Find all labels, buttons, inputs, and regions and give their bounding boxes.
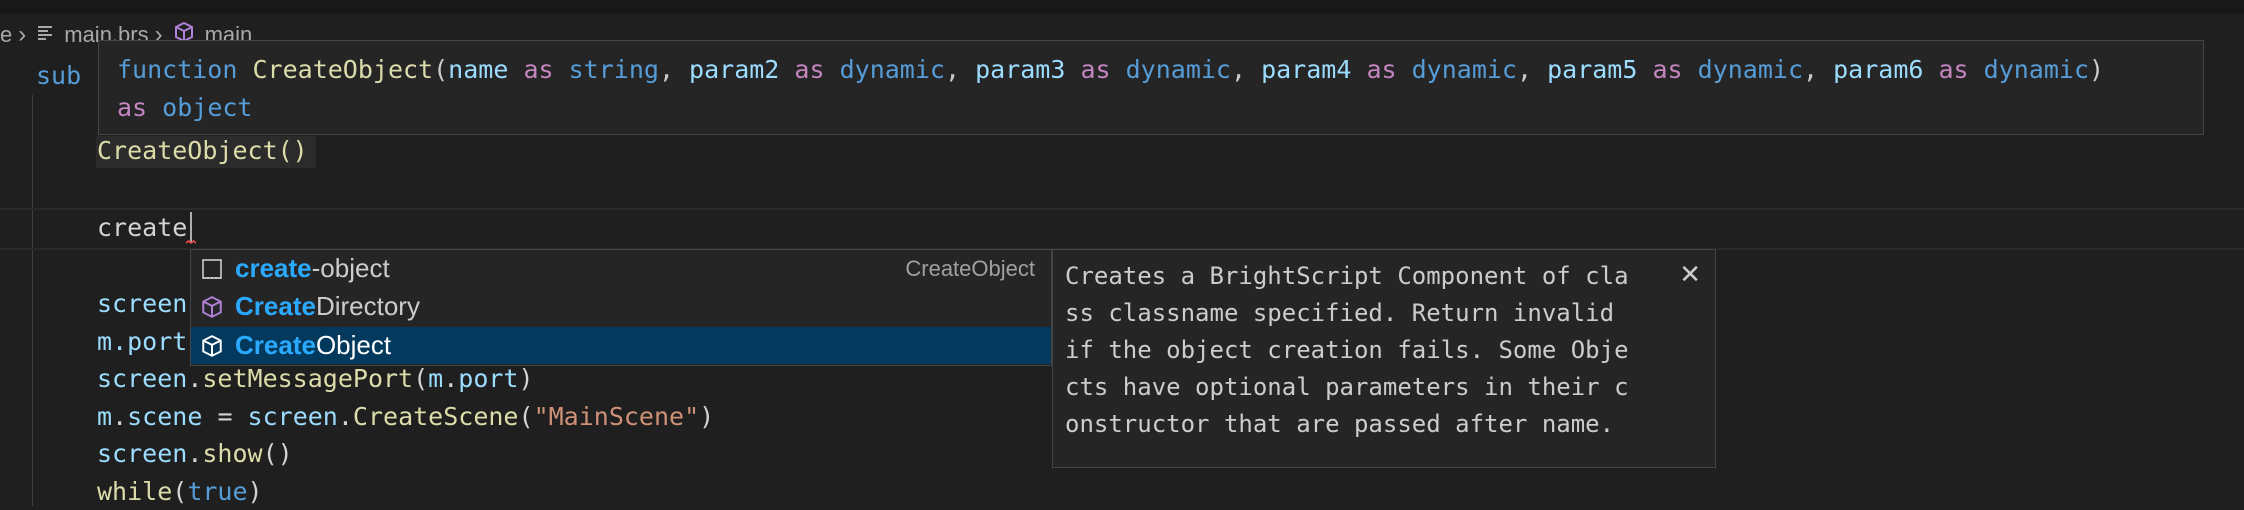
code-token-m: m: [97, 327, 113, 356]
suggestion-item[interactable]: create-object CreateObject: [191, 250, 1051, 287]
code-token: show: [202, 439, 263, 468]
code-token-port: .port: [112, 327, 188, 356]
code-line-createobject-call[interactable]: CreateObject(): [97, 133, 308, 169]
sig-param: param4: [1261, 55, 1352, 84]
code-line-show[interactable]: screen.show(): [97, 436, 293, 472]
sig-param: param2: [689, 55, 780, 84]
code-line-setmessageport[interactable]: screen.setMessagePort(m.port): [97, 361, 534, 397]
sig-as: as: [523, 55, 554, 84]
sig-as: as: [1938, 55, 1969, 84]
indent-guide: [32, 95, 33, 506]
code-token: screen: [97, 364, 188, 393]
code-token: scene: [127, 402, 203, 431]
code-string: "MainScene": [533, 402, 700, 431]
suggestion-item[interactable]: CreateDirectory: [191, 288, 1051, 325]
chevron-right-icon: ›: [18, 21, 27, 48]
breadcrumb-partial[interactable]: e: [0, 22, 12, 48]
sig-param: param3: [975, 55, 1066, 84]
code-token: port: [458, 364, 519, 393]
suggestion-match: Create: [235, 291, 316, 321]
error-squiggle: [186, 240, 196, 244]
code-line-screen[interactable]: screen: [97, 286, 187, 322]
code-token: screen: [247, 402, 338, 431]
sig-param: name: [448, 55, 509, 84]
docs-line: cts have optional parameters in their c: [1065, 373, 1629, 401]
sig-type: string: [568, 55, 659, 84]
sig-as: as: [794, 55, 825, 84]
code-text: CreateObject(): [97, 136, 308, 165]
code-line-current[interactable]: create: [97, 210, 187, 246]
sig-function-name: CreateObject: [252, 55, 434, 84]
docs-line: onstructor that are passed after name.: [1065, 410, 1615, 438]
code-token: setMessagePort: [202, 364, 414, 393]
sig-return-type: object: [162, 93, 253, 122]
suggestion-rest: Directory: [315, 291, 420, 321]
suggestion-docs-panel: Creates a BrightScript Component of cla …: [1052, 249, 1716, 468]
sig-keyword: function: [117, 55, 238, 84]
code-token: screen: [97, 439, 188, 468]
suggestion-label: CreateObject: [235, 330, 391, 361]
code-line-sub[interactable]: sub: [36, 58, 81, 94]
sig-type: dynamic: [1125, 55, 1231, 84]
suggestion-rest: -object: [311, 253, 390, 283]
sig-as: as: [1080, 55, 1111, 84]
text-caret: [190, 212, 192, 242]
docs-text: Creates a BrightScript Component of cla …: [1065, 258, 1705, 443]
sig-as: as: [1366, 55, 1397, 84]
snippet-icon: [199, 256, 225, 282]
suggestion-detail: CreateObject: [905, 255, 1035, 281]
sig-as: as: [1652, 55, 1683, 84]
sig-param: param5: [1547, 55, 1638, 84]
code-token: =: [202, 402, 248, 431]
signature-hover: function CreateObject(name as string, pa…: [98, 40, 2204, 135]
suggestion-label: CreateDirectory: [235, 291, 420, 322]
sig-type: dynamic: [1983, 55, 2090, 84]
sig-type: dynamic: [1697, 55, 1803, 84]
code-line-m-port[interactable]: m.port: [97, 324, 187, 360]
sig-type: dynamic: [839, 55, 945, 84]
suggestion-label: create-object: [235, 253, 390, 284]
suggestion-match: Create: [235, 330, 316, 360]
current-line-highlight: [0, 208, 2244, 250]
suggest-widget: create-object CreateObject CreateDirecto…: [190, 249, 1052, 366]
code-token: true: [187, 477, 248, 506]
code-token: CreateScene: [352, 402, 519, 431]
code-line-scene[interactable]: m.scene = screen.CreateScene("MainScene"…: [97, 399, 714, 435]
file-lines-icon: [36, 22, 54, 48]
docs-line: Creates a BrightScript Component of cla: [1065, 262, 1629, 290]
method-cube-icon: [199, 333, 225, 359]
sig-as: as: [117, 93, 148, 122]
method-cube-icon: [199, 294, 225, 320]
sig-type: dynamic: [1411, 55, 1517, 84]
close-icon[interactable]: ✕: [1679, 260, 1701, 290]
docs-line: ss classname specified. Return invalid: [1065, 299, 1615, 327]
sig-param: param6: [1833, 55, 1924, 84]
code-token: m: [428, 364, 444, 393]
code-line-while[interactable]: while(true): [97, 474, 263, 510]
docs-line: if the object creation fails. Some Obje: [1065, 336, 1629, 364]
code-token: m: [97, 402, 113, 431]
suggestion-rest: Object: [315, 330, 392, 360]
suggestion-match: create: [235, 253, 312, 283]
code-token: while: [97, 477, 173, 506]
suggestion-item-selected[interactable]: CreateObject: [191, 327, 1051, 364]
title-strip: [0, 0, 2244, 14]
